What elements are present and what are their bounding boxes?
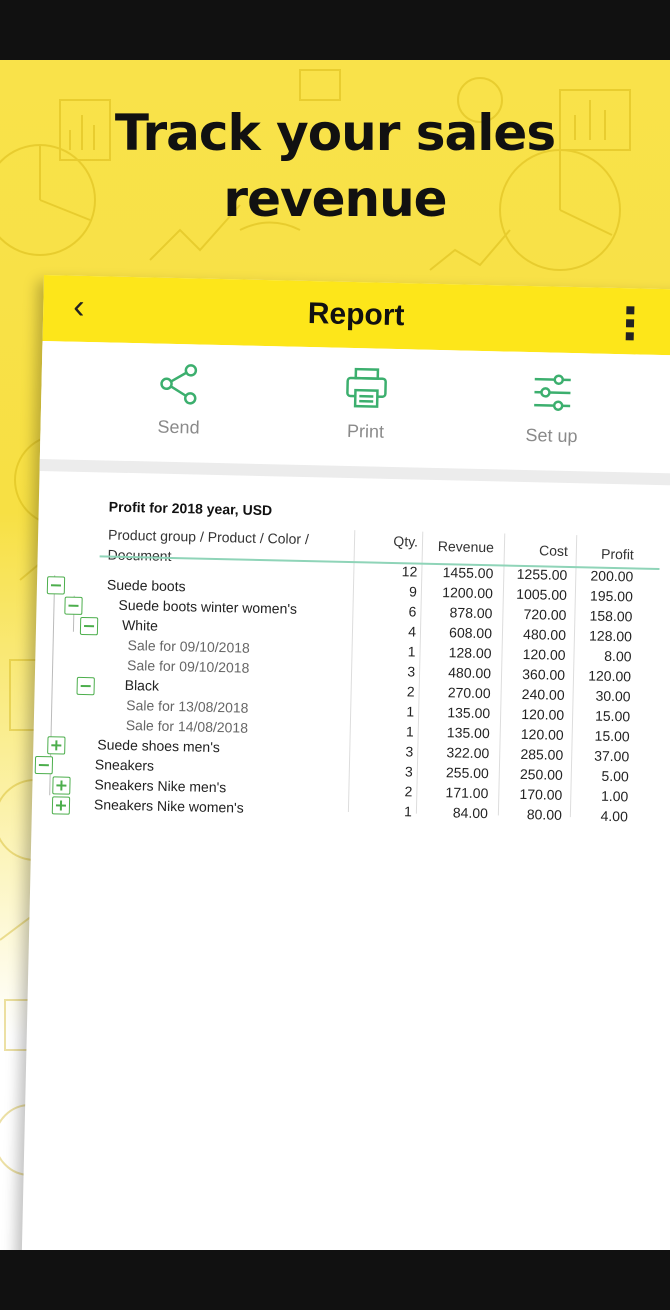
cell-revenue: 322.00 [446,744,490,762]
cell-qty: 1 [405,723,414,740]
cell-cost: 240.00 [521,685,565,703]
cell-qty: 3 [405,743,414,760]
send-label: Send [157,416,200,438]
cell-qty: 3 [407,663,416,680]
row-name: White [121,616,159,634]
collapse-icon[interactable] [46,576,66,595]
cell-cost: 285.00 [520,745,564,763]
promo-headline: Track your sales revenue [0,100,670,232]
expand-icon[interactable] [52,776,71,795]
cell-revenue: 480.00 [448,664,492,682]
cell-profit: 8.00 [604,647,632,665]
collapse-icon[interactable] [34,755,54,775]
print-label: Print [346,420,385,442]
expand-icon[interactable] [51,796,71,815]
cell-revenue: 128.00 [448,644,492,662]
row-name: Sneakers Nike men's [94,776,227,796]
cell-profit: 5.00 [601,767,629,785]
row-name: Suede boots [106,576,186,595]
headline-line-2: revenue [223,170,447,228]
cell-cost: 720.00 [523,605,567,623]
cell-qty: 1 [406,703,415,720]
row-name: Sale for 09/10/2018 [126,656,250,676]
more-options-icon[interactable] [625,306,637,345]
cell-qty: 1 [407,643,416,660]
cell-profit: 158.00 [589,607,633,625]
cell-profit: 15.00 [594,707,631,725]
cell-qty: 2 [406,683,415,700]
header-qty: Qty. [393,532,419,550]
cell-cost: 80.00 [526,806,563,823]
collapse-icon[interactable] [76,676,95,696]
action-bar: Send Print Set up [39,340,670,475]
print-button[interactable]: Print [310,365,422,443]
cell-cost: 170.00 [519,785,563,803]
page-title: Report [307,297,405,333]
cell-cost: 360.00 [522,665,566,683]
cell-cost: 120.00 [522,645,566,663]
cell-qty: 1 [403,803,413,820]
row-name: Sale for 09/10/2018 [127,636,250,656]
navigation-bar [0,1250,670,1310]
header-cost: Cost [538,542,569,559]
collapse-icon[interactable] [64,596,83,615]
cell-cost: 120.00 [520,725,564,743]
cell-qty: 3 [404,763,414,780]
cell-revenue: 171.00 [445,784,489,802]
cell-revenue: 1200.00 [442,584,494,602]
collapse-icon[interactable] [79,616,99,636]
cell-qty: 4 [408,623,417,640]
expand-icon[interactable] [47,736,66,755]
header-profit: Profit [600,545,634,563]
cell-revenue: 84.00 [452,804,489,822]
cell-profit: 120.00 [588,667,632,685]
headline-line-1: Track your sales [114,104,556,162]
row-name: Sale for 13/08/2018 [126,696,249,716]
cell-cost: 1005.00 [516,585,568,603]
cell-cost: 480.00 [522,625,567,643]
cell-revenue: 135.00 [446,724,490,742]
cell-qty: 2 [404,783,413,800]
cell-profit: 195.00 [589,587,634,605]
cell-revenue: 878.00 [449,604,493,622]
cell-profit: 30.00 [595,687,631,705]
status-bar [0,0,670,60]
cell-profit: 15.00 [594,727,630,745]
cell-qty: 12 [401,563,418,580]
cell-profit: 4.00 [600,807,629,825]
cell-cost: 250.00 [519,765,563,783]
cell-revenue: 608.00 [448,624,493,642]
cell-profit: 128.00 [588,627,633,645]
cell-profit: 1.00 [600,787,629,805]
cell-profit: 200.00 [590,567,634,585]
cell-profit: 37.00 [594,747,630,765]
cell-revenue: 270.00 [447,684,491,702]
setup-label: Set up [525,424,578,447]
cell-revenue: 135.00 [447,704,491,722]
header-revenue: Revenue [437,538,495,556]
cell-revenue: 255.00 [445,764,489,782]
sliders-icon [534,374,571,411]
cell-cost: 1255.00 [516,565,568,583]
row-name: Suede boots winter women's [118,596,298,617]
cell-cost: 120.00 [521,705,565,723]
row-name: Sneakers [94,756,155,774]
app-screen: ‹ Report Send Print Set up Profit for 20… [21,275,670,1291]
report-title: Profit for 2018 year, USD [108,498,273,519]
setup-button[interactable]: Set up [496,369,608,447]
cell-revenue: 1455.00 [442,564,494,582]
row-name: Sale for 14/08/2018 [125,716,249,736]
cell-qty: 6 [408,603,417,620]
share-icon [160,364,198,405]
row-name: Black [124,676,160,694]
row-name: Suede shoes men's [97,736,221,756]
send-button[interactable]: Send [123,361,235,439]
row-name: Sneakers Nike women's [93,796,244,816]
cell-qty: 9 [408,583,418,600]
printer-icon [346,367,387,408]
